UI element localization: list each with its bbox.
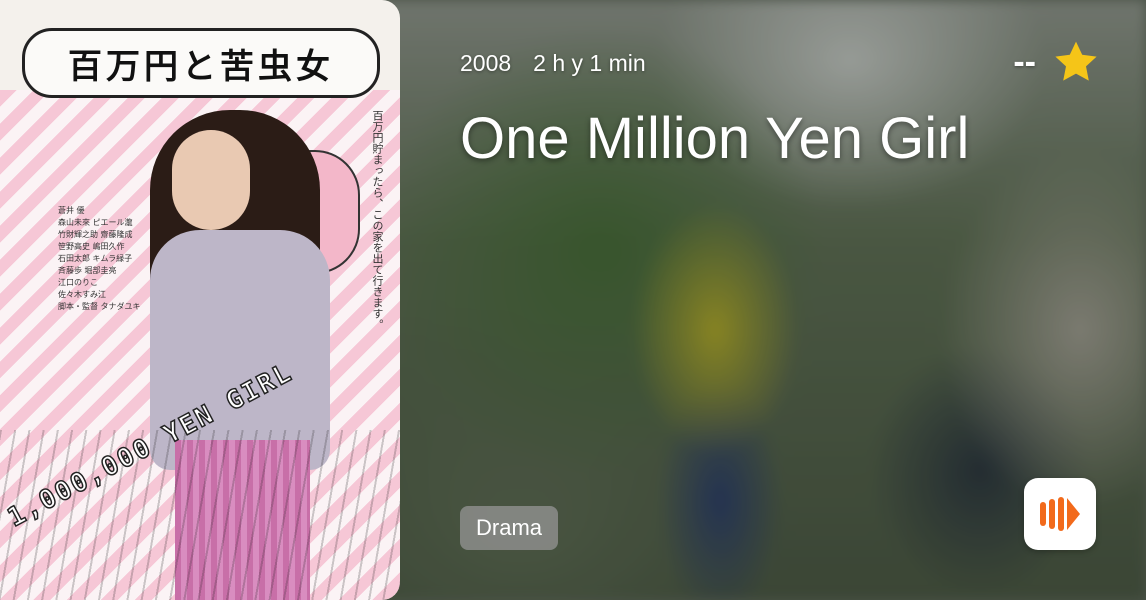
poster-title: 百万円と苦虫女 [22, 28, 380, 98]
genre-tag[interactable]: Drama [460, 506, 559, 550]
poster-figure-face [172, 130, 250, 230]
app-logo-icon [1040, 497, 1080, 531]
app-logo[interactable] [1024, 478, 1096, 550]
movie-poster[interactable]: 百万円と苦虫女 百万円貯まったら、この家を出て行きます。 蒼井 優 森山未來 ピ… [0, 0, 400, 600]
rating-value: -- [1013, 42, 1036, 81]
poster-credits: 蒼井 優 森山未來 ピエール瀧 竹財輝之助 齋藤隆成 笹野高史 嶋田久作 石田太… [58, 206, 141, 311]
movie-card: 百万円と苦虫女 百万円貯まったら、この家を出て行きます。 蒼井 優 森山未來 ピ… [0, 0, 1146, 600]
movie-title: One Million Yen Girl [460, 106, 970, 171]
star-icon [1055, 41, 1097, 81]
movie-year: 2008 [460, 50, 512, 76]
poster-tagline: 百万円貯まったら、この家を出て行きます。 [371, 110, 384, 330]
movie-duration: 2 h y 1 min [533, 50, 646, 76]
poster-sketch [0, 430, 400, 600]
movie-rating: -- [1013, 38, 1100, 86]
movie-meta: 2008 2 h y 1 min [460, 50, 646, 77]
